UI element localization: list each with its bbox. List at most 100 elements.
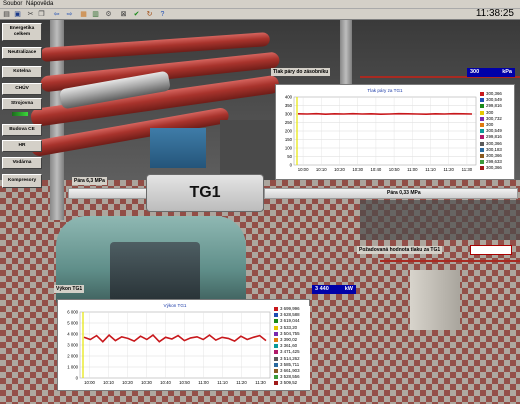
legend-label: 300,366 (486, 140, 502, 146)
legend-swatch (480, 166, 484, 171)
x-tick-label: 10:20 (334, 167, 345, 172)
x-tick-label: 11:00 (407, 167, 418, 172)
nav-chuv[interactable]: CHÚV (2, 83, 42, 95)
close-window-icon[interactable]: ⊠ (119, 10, 128, 19)
legend-swatch (480, 92, 484, 96)
legend-label: 3 361,60 (280, 343, 298, 349)
legend-label: 3 661,903 (280, 368, 300, 373)
menu-help[interactable]: Nápověda (26, 1, 53, 7)
legend-label: 300,183 (486, 146, 502, 152)
legend-label: 300 (486, 109, 494, 115)
pressure-unit: kPa (502, 69, 512, 75)
nav-energetika-celkem[interactable]: Energetika celkem (2, 23, 42, 41)
x-tick-label: 10:20 (122, 380, 133, 385)
setpoint-label: Požadovaná hodnota tlaku za TG1 (357, 246, 443, 254)
y-tick-label: 300 (285, 112, 293, 117)
nav-kotelna[interactable]: Kotelna (2, 66, 42, 78)
x-tick-label: 10:50 (179, 380, 190, 385)
x-tick-label: 11:30 (462, 167, 473, 172)
nav-budova-ce[interactable]: Budova CE (2, 124, 42, 136)
check-icon[interactable]: ✔ (132, 10, 141, 19)
legend-swatch (274, 344, 278, 349)
legend-swatch (480, 116, 484, 121)
refresh-icon[interactable]: ↻ (145, 10, 154, 19)
cut-icon[interactable]: ✂ (26, 10, 35, 19)
legend-swatch (274, 325, 278, 330)
x-tick-label: 11:30 (255, 380, 266, 385)
y-tick-label: 0 (76, 376, 79, 381)
legend-swatch (480, 98, 484, 103)
y-tick-label: 150 (285, 137, 293, 142)
legend-swatch (480, 160, 484, 165)
x-tick-label: 11:20 (236, 380, 247, 385)
legend-swatch (274, 338, 278, 342)
legend-label: 3 699,996 (280, 306, 300, 311)
series-line (297, 112, 473, 116)
legend-swatch (274, 369, 278, 373)
y-tick-label: 100 (285, 146, 293, 151)
save-icon[interactable]: ▣ (13, 10, 22, 19)
nav-strojovna[interactable]: Strojovna (2, 98, 42, 110)
print-icon[interactable]: ▤ (2, 10, 11, 19)
nav-neutralizace[interactable]: Neutralizace (2, 47, 42, 59)
settings-icon[interactable]: ⚙ (104, 10, 113, 19)
back-arrow-icon[interactable]: ⇦ (52, 10, 61, 19)
legend-label: 300,549 (486, 128, 502, 134)
nav-hr[interactable]: HR (2, 140, 42, 152)
legend-swatch (274, 356, 278, 361)
legend-label: 300,549 (486, 97, 502, 103)
y-tick-label: 50 (287, 154, 292, 159)
legend-label: 3 619,044 (280, 318, 300, 324)
legend-swatch (274, 381, 278, 386)
legend-entry: 300,366 (478, 165, 514, 171)
menu-file[interactable]: Soubor (3, 1, 22, 7)
setpoint-input[interactable] (470, 245, 512, 255)
pressure-value-box: 300 kPa (467, 68, 515, 77)
legend-label: 3 628,588 (280, 312, 300, 318)
upper-gallery (360, 200, 520, 240)
legend-swatch (274, 375, 278, 380)
palette-icon[interactable]: ▦ (79, 10, 88, 19)
nav-vodarna[interactable]: Vodárna (2, 157, 42, 169)
legend-label: 300 (486, 122, 494, 127)
power-unit: kW (344, 286, 353, 292)
control-cabinet (410, 270, 460, 330)
legend-label: 3 528,556 (280, 374, 300, 380)
y-tick-label: 200 (285, 129, 293, 134)
legend-swatch (274, 331, 278, 336)
legend-label: 3 509,52 (280, 380, 298, 386)
x-tick-label: 10:30 (141, 380, 152, 385)
pressure-value: 300 (470, 69, 480, 75)
legend-swatch (480, 147, 484, 152)
legend-label: 3 585,711 (280, 361, 300, 367)
legend-label: 3 533,20 (280, 324, 298, 330)
legend-swatch (274, 313, 278, 318)
legend-entry: 3 509,52 (272, 380, 310, 386)
x-tick-label: 10:10 (316, 167, 327, 172)
legend-label: 3 471,425 (280, 349, 300, 355)
legend-label: 299,816 (486, 103, 502, 109)
y-tick-label: 2 000 (67, 354, 78, 359)
grid-icon[interactable]: ▥ (91, 10, 100, 19)
copy-icon[interactable]: ❐ (37, 10, 46, 19)
legend-swatch (480, 110, 484, 115)
x-tick-label: 11:00 (198, 380, 209, 385)
turbine-tg1-block[interactable]: TG1 (146, 174, 264, 212)
x-tick-label: 10:00 (298, 167, 309, 172)
blue-cabinet (150, 128, 206, 168)
forward-arrow-icon[interactable]: ⇨ (65, 10, 74, 19)
power-chart[interactable]: Výkon TG1 6 000 5 000 4 000 3 000 2 000 1 000 0… (57, 299, 310, 391)
legend-swatch (274, 319, 278, 324)
pressure-chart[interactable]: Tlak páry za TG1 400 350 300 250 200 150 100 50 0… (275, 84, 515, 180)
chart-title: Výkon TG1 (164, 303, 187, 308)
legend-swatch (274, 350, 278, 355)
active-indicator (12, 112, 28, 116)
y-tick-label: 1 000 (67, 365, 78, 370)
help-icon[interactable]: ? (158, 10, 167, 19)
nav-kompresory[interactable]: Kompresory (2, 174, 42, 188)
toolbar: ▤ ▣ ✂ ❐ ⇦ ⇨ ▦ ▥ ⚙ ⊠ ✔ ↻ ? (0, 9, 520, 20)
x-tick-label: 10:40 (371, 167, 382, 172)
power-value-box: 3 440 kW (312, 285, 356, 294)
power-label: Výkon TG1 (54, 285, 85, 293)
y-tick-label: 250 (285, 120, 293, 125)
